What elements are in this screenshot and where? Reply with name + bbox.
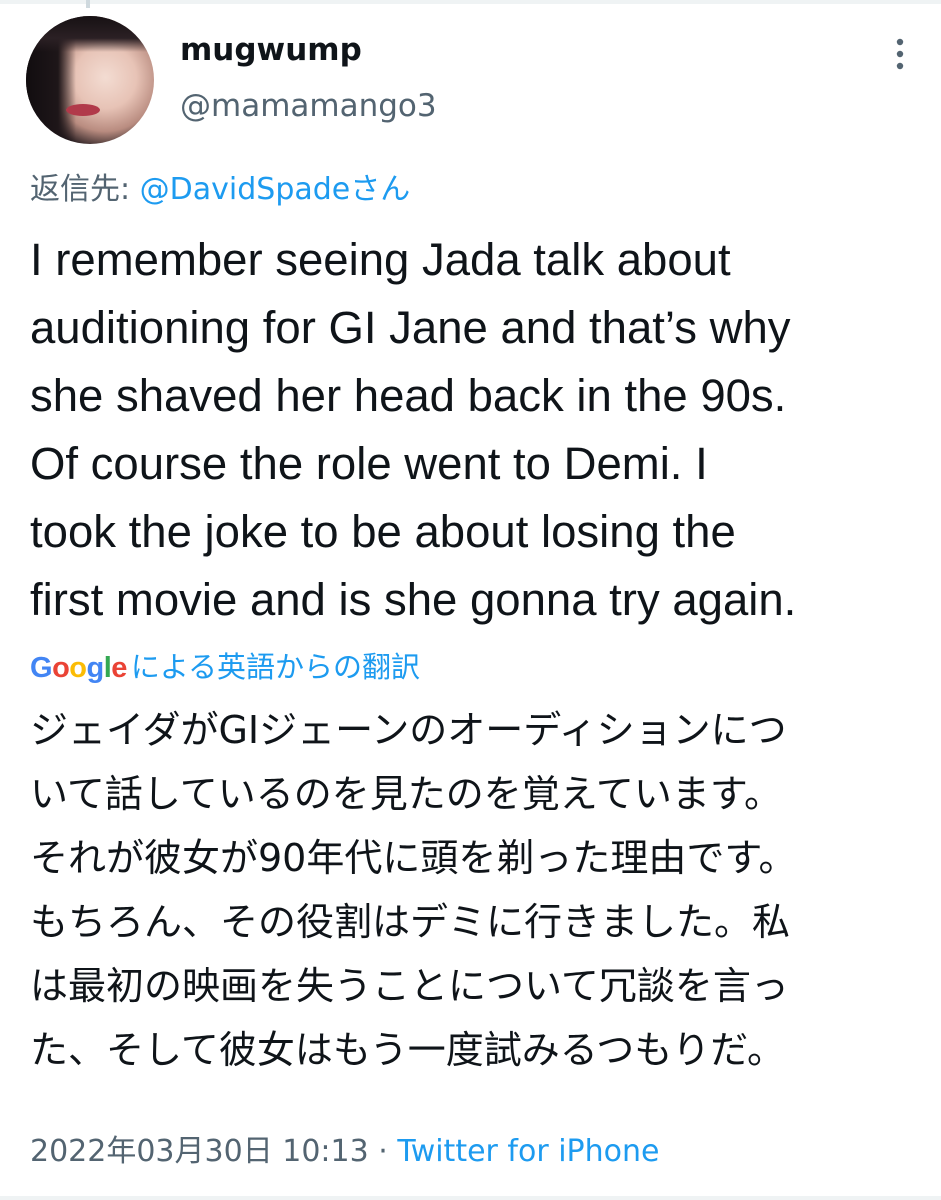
translation-label[interactable]: による英語からの翻訳 <box>131 650 420 684</box>
author-handle[interactable]: @mamamango3 <box>180 88 437 124</box>
translated-text-line: た、そして彼女はもう一度試みるつもりだ。 <box>30 1028 786 1072</box>
avatar-lips <box>66 104 100 116</box>
translated-text-line: いて話しているのを見たのを覚えています。 <box>30 772 783 816</box>
tweet-text-line: she shaved her head back in the 90s. <box>30 370 787 421</box>
top-divider <box>0 0 941 8</box>
source-link[interactable]: Twitter for iPhone <box>397 1134 659 1169</box>
tweet-text: I remember seeing Jada talk about auditi… <box>30 226 920 634</box>
avatar-hair-top <box>26 16 154 52</box>
tweet-text-line: auditioning for GI Jane and that’s why <box>30 302 791 353</box>
translated-text-line: ジェイダがGIジェーンのオーディションにつ <box>30 708 787 752</box>
reply-prefix: 返信先: <box>30 172 131 207</box>
translated-text: ジェイダがGIジェーンのオーディションにつ いて話しているのを見たのを覚えていま… <box>30 698 920 1082</box>
translated-text-line: は最初の映画を失うことについて冗談を言っ <box>30 964 789 1008</box>
tweet-meta: 2022年03月30日 10:13 · Twitter for iPhone <box>30 1126 659 1170</box>
translated-text-line: もちろん、その役割はデミに行きました。私 <box>30 900 791 944</box>
avatar[interactable] <box>26 16 154 144</box>
reply-to-line: 返信先: @DavidSpadeさん <box>30 164 410 208</box>
tweet-text-line: Of course the role went to Demi. I <box>30 438 708 489</box>
meta-separator: · <box>378 1134 388 1169</box>
google-logo: Google <box>30 652 127 684</box>
bottom-divider <box>0 1196 941 1200</box>
translated-text-line: それが彼女が90年代に頭を剃った理由です。 <box>30 836 797 880</box>
tweet-text-line: took the joke to be about losing the <box>30 506 736 557</box>
tweet-text-line: first movie and is she gonna try again. <box>30 574 797 625</box>
reply-mention-link[interactable]: @DavidSpadeさん <box>140 172 411 207</box>
thread-connector <box>86 0 90 8</box>
more-vertical-icon[interactable] <box>888 36 912 72</box>
translation-attribution[interactable]: Google による英語からの翻訳 <box>30 644 420 686</box>
tweet-text-line: I remember seeing Jada talk about <box>30 234 731 285</box>
author-name[interactable]: mugwump <box>180 32 362 68</box>
timestamp[interactable]: 2022年03月30日 10:13 <box>30 1134 369 1169</box>
